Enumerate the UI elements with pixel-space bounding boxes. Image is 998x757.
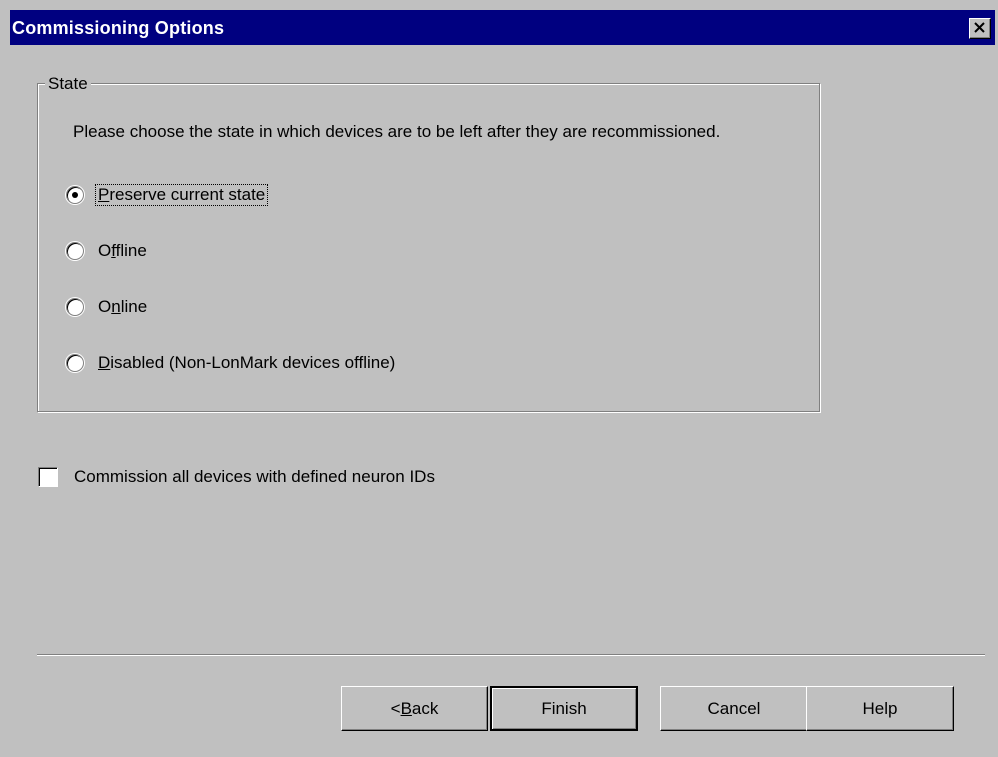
title-bar: Commissioning Options xyxy=(10,10,995,45)
commission-all-row[interactable]: Commission all devices with defined neur… xyxy=(38,467,435,487)
mnemonic-p: P xyxy=(98,185,110,204)
radio-button[interactable] xyxy=(66,186,84,204)
radio-disabled[interactable]: Disabled (Non-LonMark devices offline) xyxy=(66,349,397,377)
state-description: Please choose the state in which devices… xyxy=(73,122,721,141)
mnemonic-n: n xyxy=(111,297,121,316)
radio-selected-dot xyxy=(72,192,78,198)
separator-line xyxy=(37,654,985,656)
radio-offline[interactable]: Offline xyxy=(66,237,149,265)
window-title: Commissioning Options xyxy=(12,18,225,38)
mnemonic-b: B xyxy=(400,698,412,718)
radio-button[interactable] xyxy=(66,242,84,260)
radio-button[interactable] xyxy=(66,354,84,372)
radio-label-preserve-current-state[interactable]: Preserve current state xyxy=(94,184,269,206)
commissioning-options-dialog: Commissioning Options State Please choos… xyxy=(0,0,998,757)
radio-button[interactable] xyxy=(66,298,84,316)
radio-label-disabled[interactable]: Disabled (Non-LonMark devices offline) xyxy=(96,353,397,373)
commission-all-checkbox[interactable] xyxy=(38,467,58,487)
radio-online[interactable]: Online xyxy=(66,293,149,321)
radio-preserve-current-state[interactable]: Preserve current state xyxy=(66,181,269,209)
finish-button[interactable]: Finish xyxy=(490,686,638,731)
mnemonic-d: D xyxy=(98,353,111,372)
help-button[interactable]: Help xyxy=(806,686,954,731)
cancel-button[interactable]: Cancel xyxy=(660,686,808,731)
close-button[interactable] xyxy=(969,18,991,39)
state-group-legend: State xyxy=(45,74,91,94)
commission-all-label[interactable]: Commission all devices with defined neur… xyxy=(74,467,435,487)
radio-label-offline[interactable]: Offline xyxy=(96,241,149,261)
back-button[interactable]: < Back xyxy=(341,686,488,731)
close-icon xyxy=(974,22,985,33)
radio-label-online[interactable]: Online xyxy=(96,297,149,317)
